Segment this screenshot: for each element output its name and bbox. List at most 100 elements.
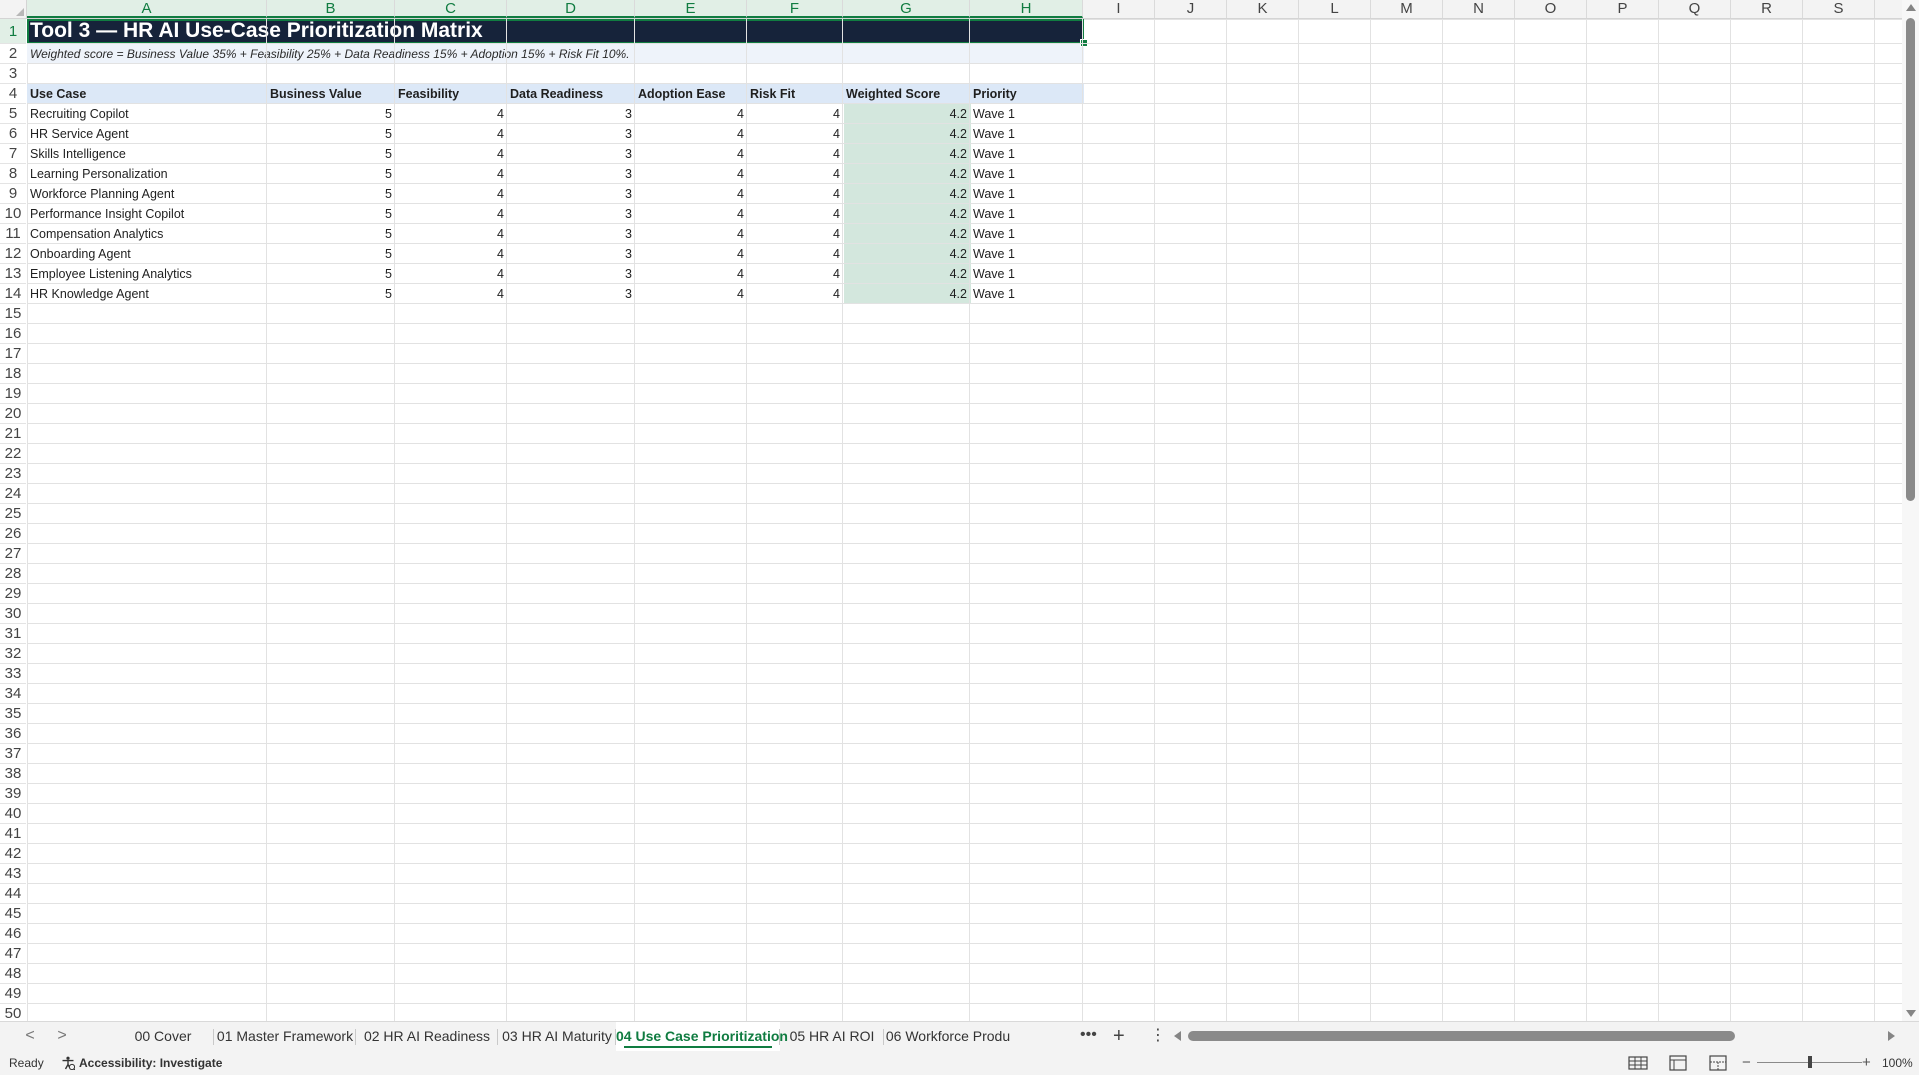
- score-cell[interactable]: 5: [267, 284, 395, 304]
- row-header-7[interactable]: 7: [0, 144, 26, 164]
- use-case-cell[interactable]: Performance Insight Copilot: [27, 204, 267, 224]
- accessibility-icon[interactable]: [61, 1056, 75, 1070]
- use-case-cell[interactable]: Learning Personalization: [27, 164, 267, 184]
- column-header-n[interactable]: N: [1443, 0, 1515, 18]
- score-cell[interactable]: 4: [635, 124, 747, 144]
- row-header-4[interactable]: 4: [0, 84, 26, 104]
- zoom-in-button[interactable]: +: [1862, 1051, 1871, 1075]
- use-case-cell[interactable]: Compensation Analytics: [27, 224, 267, 244]
- use-case-cell[interactable]: Employee Listening Analytics: [27, 264, 267, 284]
- score-cell[interactable]: 5: [267, 144, 395, 164]
- score-cell[interactable]: 4: [635, 104, 747, 124]
- header-cell[interactable]: Data Readiness: [507, 84, 635, 104]
- next-sheet-button[interactable]: >: [52, 1026, 72, 1046]
- score-cell[interactable]: 4: [747, 224, 843, 244]
- row-header-27[interactable]: 27: [0, 544, 26, 564]
- column-header-e[interactable]: E: [635, 0, 747, 18]
- header-cell[interactable]: Business Value: [267, 84, 395, 104]
- score-cell[interactable]: 5: [267, 224, 395, 244]
- score-cell[interactable]: 4.2: [843, 164, 970, 184]
- row-header-49[interactable]: 49: [0, 984, 26, 1004]
- add-sheet-button[interactable]: +: [1113, 1022, 1125, 1051]
- accessibility-status[interactable]: Accessibility: Investigate: [79, 1051, 222, 1075]
- column-header-p[interactable]: P: [1587, 0, 1659, 18]
- cells-area[interactable]: Tool 3 — HR AI Use-Case Prioritization M…: [27, 19, 1902, 1021]
- scroll-left-icon[interactable]: [1174, 1031, 1181, 1041]
- row-header-44[interactable]: 44: [0, 884, 26, 904]
- score-cell[interactable]: 4: [635, 204, 747, 224]
- row-header-50[interactable]: 50: [0, 1004, 26, 1021]
- score-cell[interactable]: 3: [507, 244, 635, 264]
- row-header-19[interactable]: 19: [0, 384, 26, 404]
- score-cell[interactable]: 4: [635, 264, 747, 284]
- score-cell[interactable]: 4: [747, 144, 843, 164]
- score-cell[interactable]: 3: [507, 204, 635, 224]
- use-case-cell[interactable]: HR Service Agent: [27, 124, 267, 144]
- score-cell[interactable]: 5: [267, 244, 395, 264]
- score-cell[interactable]: 4: [747, 244, 843, 264]
- score-cell[interactable]: 4.2: [843, 104, 970, 124]
- page-break-preview-icon[interactable]: [1707, 1055, 1729, 1071]
- row-header-34[interactable]: 34: [0, 684, 26, 704]
- score-cell[interactable]: 3: [507, 144, 635, 164]
- score-cell[interactable]: 4: [635, 144, 747, 164]
- score-cell[interactable]: 4: [635, 184, 747, 204]
- sheet-tab[interactable]: 00 Cover: [112, 1022, 214, 1051]
- row-header-36[interactable]: 36: [0, 724, 26, 744]
- scroll-right-icon[interactable]: [1888, 1031, 1895, 1041]
- score-cell[interactable]: 5: [267, 204, 395, 224]
- score-cell[interactable]: 4: [747, 124, 843, 144]
- row-header-43[interactable]: 43: [0, 864, 26, 884]
- score-cell[interactable]: 4: [395, 244, 507, 264]
- column-header-g[interactable]: G: [843, 0, 970, 18]
- scroll-down-icon[interactable]: [1906, 1010, 1916, 1017]
- header-cell[interactable]: Risk Fit: [747, 84, 843, 104]
- score-cell[interactable]: 4: [635, 224, 747, 244]
- row-header-47[interactable]: 47: [0, 944, 26, 964]
- score-cell[interactable]: 4.2: [843, 244, 970, 264]
- priority-cell[interactable]: Wave 1: [970, 184, 1083, 204]
- header-cell[interactable]: Feasibility: [395, 84, 507, 104]
- row-header-48[interactable]: 48: [0, 964, 26, 984]
- row-header-38[interactable]: 38: [0, 764, 26, 784]
- scroll-up-icon[interactable]: [1906, 4, 1916, 11]
- vertical-scroll-thumb[interactable]: [1906, 18, 1915, 501]
- horizontal-scroll-thumb[interactable]: [1188, 1031, 1735, 1041]
- row-header-31[interactable]: 31: [0, 624, 26, 644]
- row-header-11[interactable]: 11: [0, 224, 26, 244]
- use-case-cell[interactable]: Recruiting Copilot: [27, 104, 267, 124]
- score-cell[interactable]: 4: [395, 184, 507, 204]
- header-cell[interactable]: Adoption Ease: [635, 84, 747, 104]
- priority-cell[interactable]: Wave 1: [970, 244, 1083, 264]
- horizontal-scrollbar[interactable]: [1172, 1028, 1897, 1044]
- row-header-3[interactable]: 3: [0, 64, 26, 84]
- score-cell[interactable]: 4: [395, 284, 507, 304]
- prev-sheet-button[interactable]: <: [20, 1026, 40, 1046]
- column-header-k[interactable]: K: [1227, 0, 1299, 18]
- score-cell[interactable]: 4: [747, 164, 843, 184]
- header-cell[interactable]: Weighted Score: [843, 84, 970, 104]
- row-header-20[interactable]: 20: [0, 404, 26, 424]
- row-header-46[interactable]: 46: [0, 924, 26, 944]
- header-cell[interactable]: Use Case: [27, 84, 267, 104]
- tab-options-icon[interactable]: ⋮: [1150, 1022, 1166, 1051]
- score-cell[interactable]: 3: [507, 224, 635, 244]
- score-cell[interactable]: 5: [267, 104, 395, 124]
- score-cell[interactable]: 4: [395, 164, 507, 184]
- priority-cell[interactable]: Wave 1: [970, 144, 1083, 164]
- use-case-cell[interactable]: Workforce Planning Agent: [27, 184, 267, 204]
- row-header-13[interactable]: 13: [0, 264, 26, 284]
- sheet-tab[interactable]: 01 Master Framework: [214, 1022, 356, 1051]
- score-cell[interactable]: 4.2: [843, 144, 970, 164]
- row-header-42[interactable]: 42: [0, 844, 26, 864]
- page-layout-view-icon[interactable]: [1667, 1055, 1689, 1071]
- row-header-22[interactable]: 22: [0, 444, 26, 464]
- column-header-a[interactable]: A: [27, 0, 267, 18]
- score-cell[interactable]: 4.2: [843, 264, 970, 284]
- row-header-35[interactable]: 35: [0, 704, 26, 724]
- row-header-28[interactable]: 28: [0, 564, 26, 584]
- header-cell[interactable]: Priority: [970, 84, 1083, 104]
- row-header-25[interactable]: 25: [0, 504, 26, 524]
- zoom-slider-thumb[interactable]: [1808, 1056, 1812, 1068]
- score-cell[interactable]: 3: [507, 284, 635, 304]
